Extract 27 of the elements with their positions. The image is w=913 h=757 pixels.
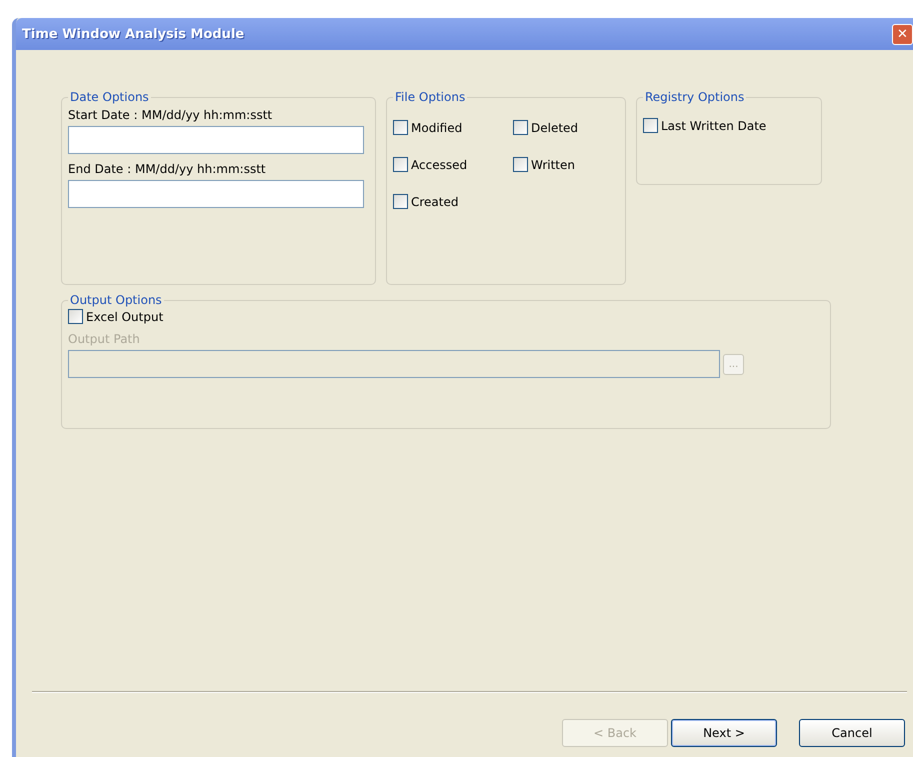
field-label: End Date : MM/dd/yy hh:mm:sstt <box>68 162 267 176</box>
checkbox[interactable] <box>513 157 528 172</box>
checkbox-label: Last Written Date <box>661 118 766 132</box>
checkbox[interactable] <box>68 309 83 324</box>
wizard-button[interactable]: Next > <box>671 719 777 747</box>
close-button[interactable]: ✕ <box>892 24 913 44</box>
window-title: Time Window Analysis Module <box>22 26 244 42</box>
field-label: Output Path <box>68 332 141 346</box>
checkbox[interactable] <box>393 194 408 209</box>
checkbox[interactable] <box>513 120 528 135</box>
date-field[interactable] <box>68 180 364 208</box>
group-title: File Options <box>394 90 466 104</box>
field-label: Start Date : MM/dd/yy hh:mm:sstt <box>68 108 274 122</box>
checkbox[interactable] <box>393 120 408 135</box>
checkbox-label: Written <box>531 158 575 172</box>
checkbox[interactable] <box>393 157 408 172</box>
checkbox[interactable] <box>643 118 658 133</box>
checkbox-label: Created <box>411 194 458 208</box>
group-title: Date Options <box>69 90 150 104</box>
date-field[interactable] <box>68 126 364 154</box>
checkbox-label: Excel Output <box>86 310 164 324</box>
checkbox-label: Modified <box>411 120 462 134</box>
group-title: Registry Options <box>644 90 746 104</box>
wizard-button[interactable]: Cancel <box>799 719 905 747</box>
checkbox-label: Accessed <box>411 158 468 172</box>
checkbox-label: Deleted <box>531 120 578 134</box>
group-title: Output Options <box>69 293 163 307</box>
